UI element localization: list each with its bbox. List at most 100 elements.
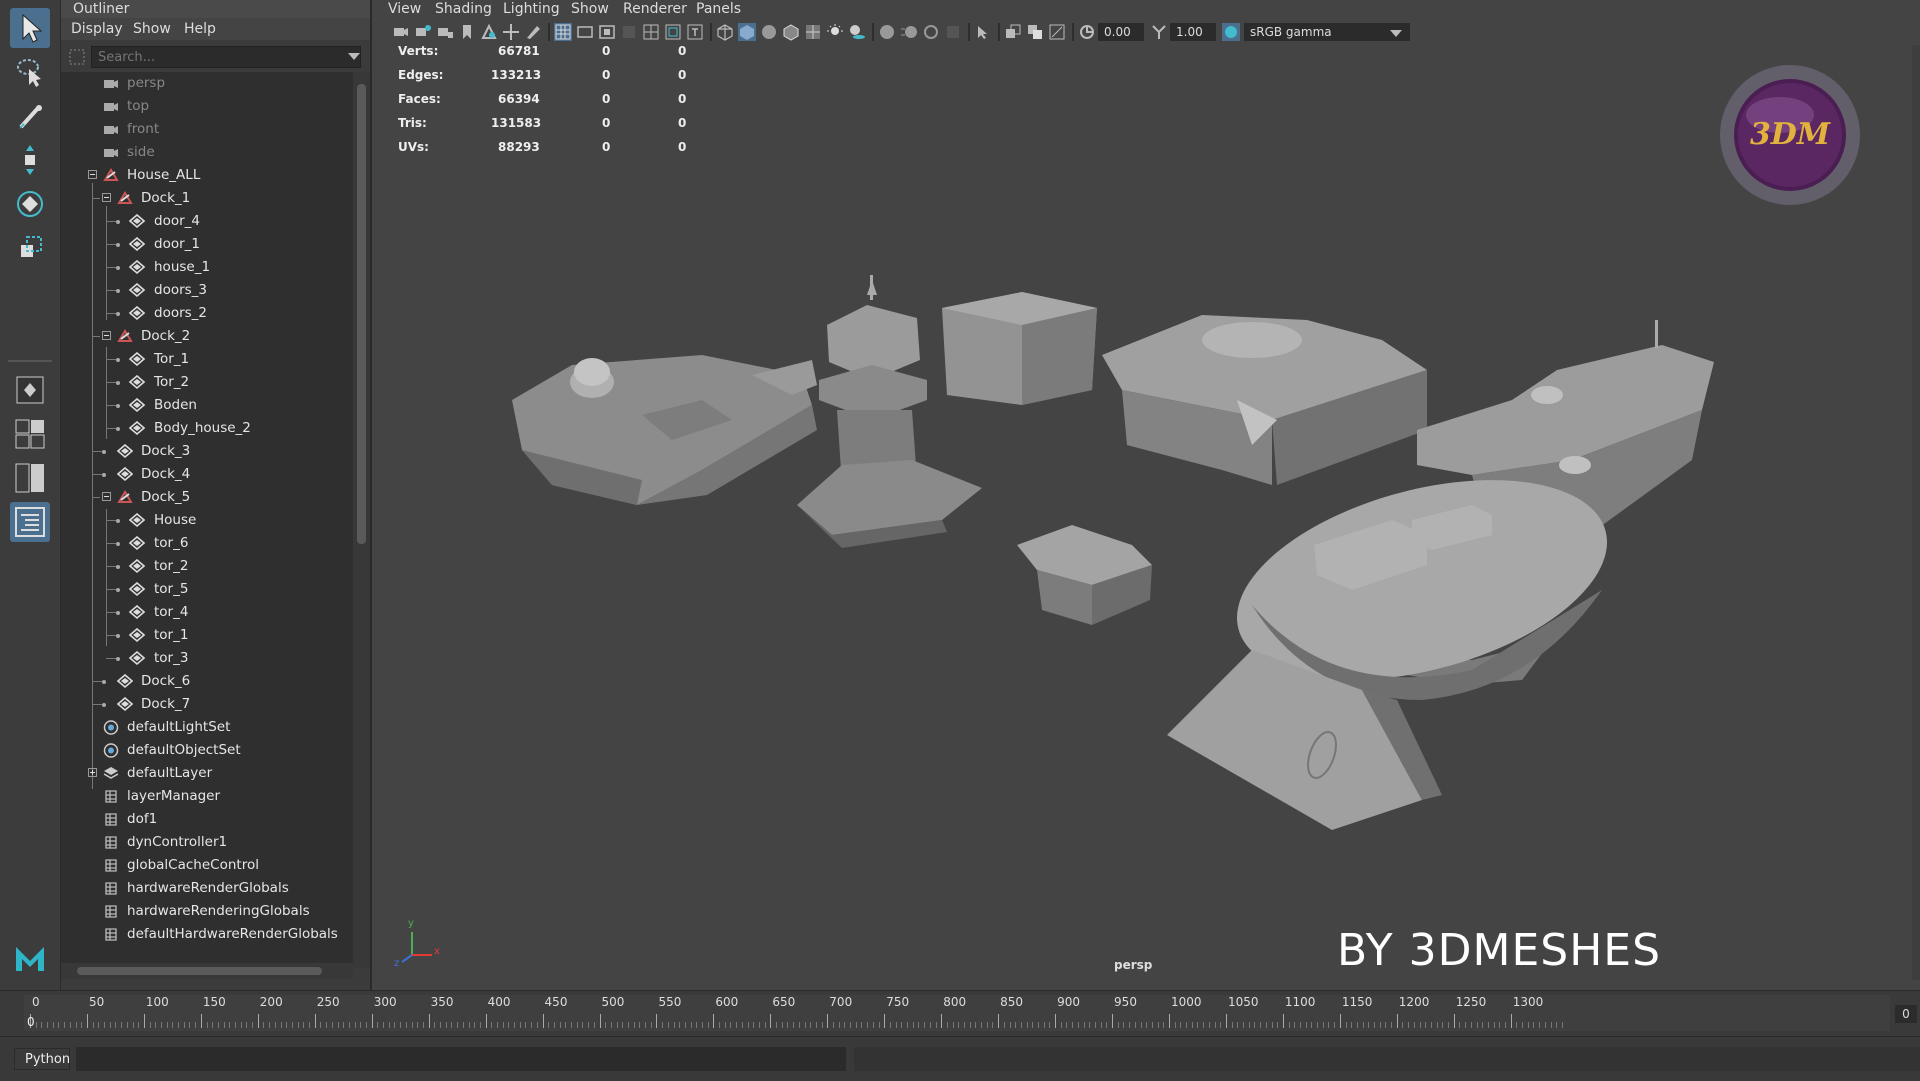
two-view-layout-icon[interactable]	[10, 458, 50, 498]
camera-icon	[104, 103, 118, 111]
list-item[interactable]: persp	[61, 72, 353, 95]
list-item[interactable]: layerManager	[61, 785, 353, 808]
script-language-button[interactable]: Python	[14, 1048, 70, 1070]
list-item[interactable]: tor_1	[61, 624, 353, 647]
search-dropdown-icon[interactable]	[348, 53, 360, 60]
list-item[interactable]: tor_4	[61, 601, 353, 624]
minor-tick-mark	[981, 1022, 983, 1028]
scrollbar-thumb[interactable]	[357, 84, 366, 544]
collapse-icon[interactable]	[102, 331, 111, 340]
list-item[interactable]: Dock_6	[61, 670, 353, 693]
list-item[interactable]: defaultObjectSet	[61, 739, 353, 762]
tree-line	[106, 635, 116, 636]
model-dock-ship[interactable]	[512, 355, 817, 505]
model-small-house[interactable]	[1017, 525, 1152, 625]
minor-tick-mark	[405, 1022, 407, 1028]
list-item[interactable]: front	[61, 118, 353, 141]
tick-label: 850	[1000, 995, 1024, 1009]
list-item[interactable]: House_ALL	[61, 164, 353, 187]
list-item[interactable]: House	[61, 509, 353, 532]
tick-label: 250	[316, 995, 340, 1009]
minor-tick-mark	[309, 1022, 311, 1028]
list-item[interactable]: house_1	[61, 256, 353, 279]
list-item[interactable]: Body_house_2	[61, 417, 353, 440]
scrollbar-thumb[interactable]	[77, 967, 322, 975]
list-item[interactable]: tor_3	[61, 647, 353, 670]
item-label: Body_house_2	[154, 420, 251, 436]
scene-render[interactable]	[372, 0, 1920, 990]
list-item[interactable]: Boden	[61, 394, 353, 417]
minor-tick-mark	[952, 1022, 954, 1028]
move-tool-icon[interactable]	[10, 140, 50, 180]
list-item[interactable]: Tor_1	[61, 348, 353, 371]
current-frame-field[interactable]: 0	[1895, 1005, 1917, 1023]
list-item[interactable]: Tor_2	[61, 371, 353, 394]
minor-tick-mark	[348, 1022, 350, 1028]
minor-tick-mark	[907, 1022, 909, 1028]
mesh-icon	[129, 536, 145, 551]
minor-tick-mark	[1408, 1022, 1410, 1028]
model-saucer-platform[interactable]	[1167, 444, 1629, 830]
list-item[interactable]: tor_2	[61, 555, 353, 578]
list-item[interactable]: defaultHardwareRenderGlobals	[61, 923, 353, 946]
minor-tick-mark	[1402, 1022, 1404, 1028]
model-large-building[interactable]	[1102, 315, 1427, 485]
list-item[interactable]: hardwareRenderGlobals	[61, 877, 353, 900]
list-item[interactable]: top	[61, 95, 353, 118]
viewport-panel[interactable]: View Shading Lighting Show Renderer Pane…	[372, 0, 1920, 990]
outliner-search-input[interactable]	[91, 46, 361, 68]
lasso-tool-icon[interactable]	[10, 52, 50, 92]
list-item[interactable]: dynController1	[61, 831, 353, 854]
single-perspective-layout-icon[interactable]	[10, 370, 50, 410]
tree-line	[106, 221, 116, 222]
list-item[interactable]: Dock_2	[61, 325, 353, 348]
menu-show[interactable]: Show	[133, 21, 171, 37]
select-tool-icon[interactable]	[10, 8, 50, 48]
menu-display[interactable]: Display	[71, 21, 123, 37]
outliner-layout-icon[interactable]	[10, 502, 50, 542]
tree-line	[92, 451, 102, 452]
outliner-tree[interactable]: persp top front side House_ALL Dock_1 do…	[61, 72, 353, 968]
minor-tick-mark	[109, 1022, 111, 1028]
expand-icon[interactable]	[88, 768, 97, 777]
list-item[interactable]: globalCacheControl	[61, 854, 353, 877]
scale-tool-icon[interactable]	[10, 228, 50, 268]
four-view-layout-icon[interactable]	[10, 414, 50, 454]
list-item[interactable]: tor_6	[61, 532, 353, 555]
paint-select-tool-icon[interactable]	[10, 96, 50, 136]
filter-icon[interactable]	[69, 49, 85, 65]
list-item[interactable]: Dock_1	[61, 187, 353, 210]
model-box-building[interactable]	[942, 292, 1097, 405]
collapse-icon[interactable]	[102, 193, 111, 202]
command-input[interactable]	[76, 1047, 846, 1071]
list-item[interactable]: Dock_3	[61, 440, 353, 463]
list-item[interactable]: hardwareRenderingGlobals	[61, 900, 353, 923]
list-item[interactable]: defaultLightSet	[61, 716, 353, 739]
list-item[interactable]: dof1	[61, 808, 353, 831]
minor-tick-mark	[724, 1022, 726, 1028]
minor-tick-mark	[47, 1022, 49, 1028]
list-item[interactable]: tor_5	[61, 578, 353, 601]
list-item[interactable]: door_1	[61, 233, 353, 256]
tree-line	[106, 244, 116, 245]
minor-tick-mark	[798, 1022, 800, 1028]
rotate-tool-icon[interactable]	[10, 184, 50, 224]
outliner-vertical-scrollbar[interactable]	[353, 72, 370, 968]
minor-tick-mark	[1066, 1022, 1068, 1028]
list-item[interactable]: doors_2	[61, 302, 353, 325]
outliner-horizontal-scrollbar[interactable]	[61, 963, 353, 979]
menu-help[interactable]: Help	[184, 21, 216, 37]
minor-tick-mark	[1197, 1022, 1199, 1028]
list-item[interactable]: side	[61, 141, 353, 164]
list-item[interactable]: Dock_7	[61, 693, 353, 716]
collapse-icon[interactable]	[102, 492, 111, 501]
collapse-icon[interactable]	[88, 170, 97, 179]
list-item[interactable]: door_4	[61, 210, 353, 233]
list-item[interactable]: defaultLayer	[61, 762, 353, 785]
list-item[interactable]: Dock_4	[61, 463, 353, 486]
list-item[interactable]: doors_3	[61, 279, 353, 302]
time-slider[interactable]: 0 50 100 150 200 250 300 350 400 450 500 550 600 650 7…	[0, 990, 1920, 1037]
mesh-icon	[117, 467, 133, 482]
list-item[interactable]: Dock_5	[61, 486, 353, 509]
tick-mark	[1055, 1014, 1057, 1028]
